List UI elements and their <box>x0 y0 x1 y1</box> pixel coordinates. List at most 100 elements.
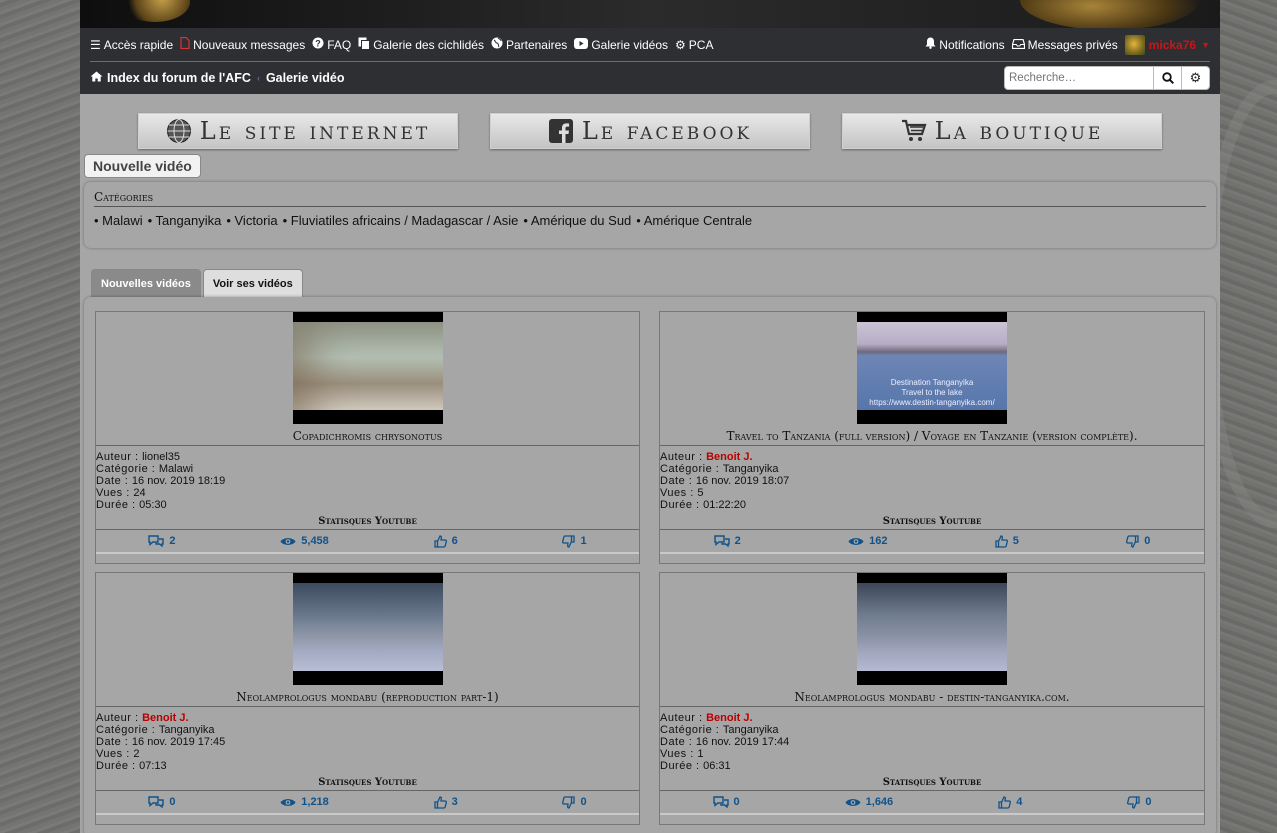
comments-count: 2 <box>169 535 176 547</box>
comments-count: 0 <box>169 796 176 808</box>
comments-stat[interactable]: 0 <box>712 796 740 808</box>
private-messages-link[interactable]: Messages privés <box>1011 37 1118 52</box>
youtube-views-count: 162 <box>869 535 888 547</box>
banner-fish-image <box>120 0 190 22</box>
views-stat[interactable]: 162 <box>848 535 887 547</box>
video-thumbnail[interactable] <box>292 573 443 685</box>
video-author[interactable]: Benoit J. <box>706 712 752 724</box>
avatar <box>1124 34 1145 55</box>
tab-my-videos[interactable]: Voir ses vidéos <box>202 269 303 297</box>
categories-title: Catégories <box>94 190 1206 207</box>
category-link-fluviatiles[interactable]: • Fluviatiles africains / Madagascar / A… <box>283 213 519 228</box>
faq-link[interactable]: ? FAQ <box>312 37 351 52</box>
author-label: Auteur : <box>660 712 707 724</box>
video-views-row: Vues : 24 <box>96 487 639 499</box>
search-button[interactable] <box>1154 65 1182 90</box>
video-author[interactable]: Benoit J. <box>706 451 752 463</box>
video-title[interactable]: Travel to Tanzania (full version) / Voya… <box>660 429 1204 446</box>
tab-new-videos[interactable]: Nouvelles vidéos <box>91 269 201 297</box>
banner-links: Le site internet Le facebook La boutique <box>80 113 1220 149</box>
views-stat[interactable]: 1,646 <box>845 796 893 808</box>
youtube-stats-title: Statisques Youtube <box>96 516 639 530</box>
thumbs-up-icon <box>433 795 447 809</box>
dislikes-count: 0 <box>580 796 587 808</box>
dislikes-stat[interactable]: 0 <box>1126 534 1150 548</box>
comments-icon <box>148 535 165 547</box>
quick-access-link[interactable]: ☰ Accès rapide <box>90 38 173 52</box>
likes-stat[interactable]: 5 <box>995 534 1019 548</box>
video-author-row: Auteur : Benoit J. <box>96 712 639 724</box>
shopping-cart-icon <box>901 118 927 144</box>
comments-stat[interactable]: 0 <box>148 796 176 808</box>
breadcrumb-current[interactable]: Galerie vidéo <box>266 71 345 85</box>
dislikes-stat[interactable]: 1 <box>562 534 587 548</box>
views-stat[interactable]: 1,218 <box>280 796 329 808</box>
video-thumbnail-image <box>292 583 443 671</box>
website-button-label: Le site internet <box>199 117 431 145</box>
video-thumbnail[interactable] <box>292 312 443 424</box>
video-thumbnail[interactable]: Destination Tanganyika Travel to the lak… <box>857 312 1007 424</box>
video-duration-row: Durée : 07:13 <box>96 760 639 772</box>
private-messages-label: Messages privés <box>1027 37 1118 52</box>
likes-stat[interactable]: 3 <box>433 795 458 809</box>
dislikes-stat[interactable]: 0 <box>1127 795 1151 809</box>
user-menu[interactable]: micka76 ▼ <box>1124 34 1210 55</box>
comments-stat[interactable]: 2 <box>148 535 176 547</box>
caret-down-icon: ▼ <box>1201 39 1210 50</box>
video-category-row: Catégorie : Tanganyika <box>660 724 1204 736</box>
video-thumbnail-image <box>857 583 1007 671</box>
duration-label: Durée : <box>660 760 704 772</box>
thumbs-down-icon <box>1126 534 1139 548</box>
category-link-victoria[interactable]: • Victoria <box>226 213 277 228</box>
category-link-amerique-centrale[interactable]: • Amérique Centrale <box>636 213 752 228</box>
video-date-row: Date : 16 nov. 2019 17:44 <box>660 736 1204 748</box>
youtube-stats-title: Statisques Youtube <box>660 777 1204 791</box>
file-icon <box>180 36 190 52</box>
dislikes-stat[interactable]: 0 <box>562 795 587 809</box>
youtube-stats: 2 162 5 0 <box>660 530 1204 554</box>
category-link-tanganyika[interactable]: • Tanganyika <box>148 213 222 228</box>
website-button[interactable]: Le site internet <box>138 113 458 149</box>
video-author[interactable]: Benoit J. <box>142 712 188 724</box>
likes-count: 3 <box>451 796 458 808</box>
video-title[interactable]: Neolamprologus mondabu - destin-tanganyi… <box>660 690 1204 707</box>
partners-link[interactable]: Partenaires <box>491 37 567 52</box>
gallery-cichlids-link[interactable]: Galerie des cichlidés <box>358 37 484 53</box>
video-category-row: Catégorie : Tanganyika <box>660 463 1204 475</box>
likes-stat[interactable]: 4 <box>998 795 1022 809</box>
eye-icon <box>848 537 864 545</box>
author-label: Auteur : <box>660 451 707 463</box>
video-grid: Copadichromis chrysonotus Auteur : lione… <box>95 311 1205 825</box>
video-title[interactable]: Neolamprologus mondabu (reproduction par… <box>96 690 639 707</box>
views-stat[interactable]: 5,458 <box>280 535 329 547</box>
video-author-row: Auteur : Benoit J. <box>660 712 1204 724</box>
question-circle-icon: ? <box>312 37 324 52</box>
video-thumbnail[interactable] <box>857 573 1007 685</box>
dislikes-count: 1 <box>580 535 587 547</box>
notifications-link[interactable]: Notifications <box>925 37 1005 52</box>
new-video-button[interactable]: Nouvelle vidéo <box>84 154 201 178</box>
video-title[interactable]: Copadichromis chrysonotus <box>96 429 639 446</box>
video-thumbnail-image <box>292 322 443 410</box>
category-link-amerique-du-sud[interactable]: • Amérique du Sud <box>523 213 631 228</box>
new-messages-link[interactable]: Nouveaux messages <box>180 36 305 52</box>
likes-stat[interactable]: 6 <box>433 534 458 548</box>
comments-icon <box>148 796 165 808</box>
shop-button[interactable]: La boutique <box>842 113 1162 149</box>
facebook-icon <box>548 118 574 144</box>
categories-list: • Malawi • Tanganyika • Victoria • Fluvi… <box>94 213 1206 228</box>
search-input[interactable] <box>1004 65 1154 90</box>
comments-stat[interactable]: 2 <box>713 535 741 547</box>
video-gallery-link[interactable]: Galerie vidéos <box>574 37 668 52</box>
pca-link[interactable]: ⚙ PCA <box>675 38 713 52</box>
youtube-views-count: 5,458 <box>301 535 329 547</box>
youtube-stats-title: Statisques Youtube <box>660 516 1204 530</box>
category-link-malawi[interactable]: • Malawi <box>94 213 143 228</box>
video-views: 5 <box>697 487 704 499</box>
advanced-search-button[interactable]: ⚙ <box>1182 65 1210 90</box>
video-author[interactable]: lionel35 <box>142 451 180 463</box>
thumbs-up-icon <box>433 534 447 548</box>
breadcrumb-home[interactable]: Index du forum de l'AFC <box>107 71 251 85</box>
video-duration: 05:30 <box>139 499 167 511</box>
facebook-button[interactable]: Le facebook <box>490 113 810 149</box>
